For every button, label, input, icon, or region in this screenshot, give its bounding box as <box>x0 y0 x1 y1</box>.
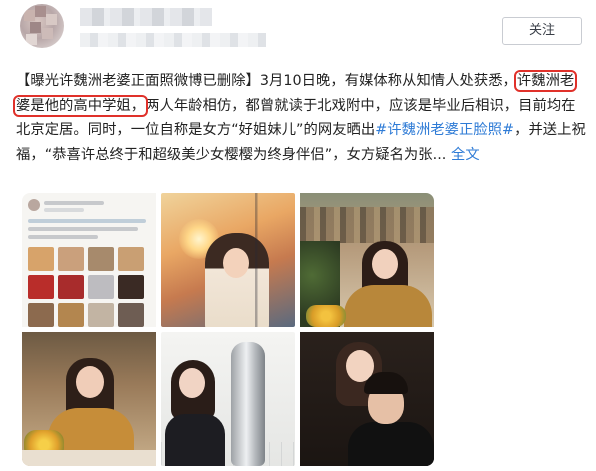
follow-button[interactable]: 关注 <box>502 17 582 45</box>
photo-woman-bookshelf[interactable] <box>300 193 434 327</box>
photo-woman-statue[interactable] <box>161 332 295 466</box>
post-meta-blurred <box>80 33 266 47</box>
expand-full-text-link[interactable]: 全文 <box>451 147 480 163</box>
hashtag-link[interactable]: #许魏洲老婆正脸照# <box>375 122 514 138</box>
flowers <box>306 305 346 327</box>
woman-body <box>344 285 432 327</box>
silver-statue <box>231 342 265 466</box>
man-hair <box>364 372 408 394</box>
photo-grid <box>22 193 434 466</box>
username-blurred[interactable] <box>80 8 212 26</box>
user-avatar-blurred[interactable] <box>20 4 64 48</box>
photo-couple-selfie[interactable] <box>300 332 434 466</box>
photo-woman-cafe[interactable] <box>22 332 156 466</box>
woman-body <box>165 414 225 466</box>
man-body <box>348 422 434 466</box>
weibo-post-card: 关注 【曝光许魏洲老婆正面照微博已删除】3月10日晚，有媒体称从知情人处获悉，许… <box>0 0 596 471</box>
photo-woman-sunset-window[interactable] <box>161 193 295 327</box>
post-body-text: 【曝光许魏洲老婆正面照微博已删除】3月10日晚，有媒体称从知情人处获悉，许魏洲老… <box>12 69 586 167</box>
post-text-intro: 【曝光许魏洲老婆正面照微博已删除】3月10日晚，有媒体称从知情人处获悉， <box>16 73 517 89</box>
bookshelf <box>300 207 434 243</box>
window-frame <box>161 193 295 327</box>
woman-face <box>372 249 398 279</box>
woman-face <box>179 368 205 398</box>
photo-screenshot-post[interactable] <box>22 193 156 327</box>
table <box>22 450 156 466</box>
woman-face <box>76 366 104 398</box>
